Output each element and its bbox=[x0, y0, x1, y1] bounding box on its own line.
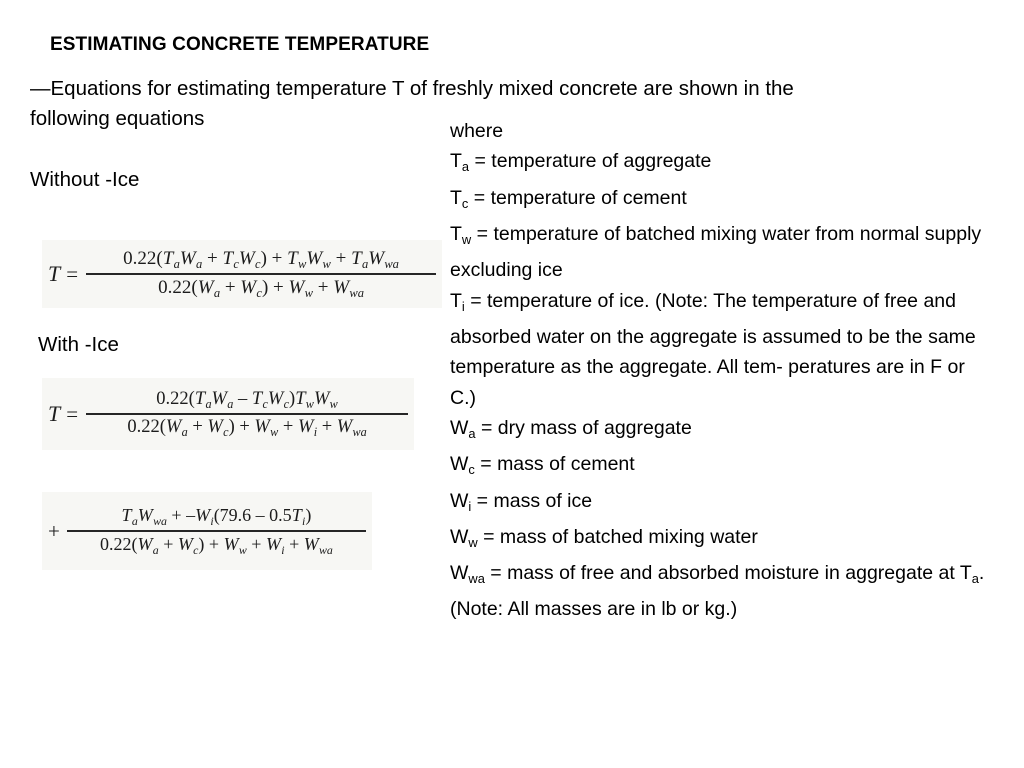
definition-symbol: T bbox=[450, 150, 462, 173]
fraction: TaWwa + –Wi(79.6 – 0.5Ti) 0.22(Wa + Wc) … bbox=[66, 504, 366, 558]
definition-text: = temperature of cement bbox=[468, 186, 687, 209]
fraction-numerator: 0.22(TaWa – TcWc)TwWw bbox=[156, 388, 338, 411]
definition-item: Ww = mass of batched mixing water bbox=[450, 522, 990, 558]
equation-without-ice: T = 0.22(TaWa + TcWc) + TwWw + TaWwa 0.2… bbox=[42, 240, 442, 308]
definition-symbol: W bbox=[450, 417, 469, 440]
definition-text: = mass of ice bbox=[471, 489, 593, 512]
definition-subscript: a bbox=[468, 425, 476, 441]
definition-item: Wa = dry mass of aggregate bbox=[450, 413, 990, 449]
definition-text: = temperature of ice. (Note: The tempera… bbox=[450, 289, 976, 409]
definition-text: = dry mass of aggregate bbox=[475, 417, 692, 440]
fraction-bar bbox=[86, 413, 408, 415]
definition-item: Wwa = mass of free and absorbed moisture… bbox=[450, 558, 990, 625]
fraction-numerator: 0.22(TaWa + TcWc) + TwWw + TaWwa bbox=[123, 248, 399, 272]
definition-item: Wc = mass of cement bbox=[450, 449, 990, 485]
definition-item: Tc = temperature of cement bbox=[450, 183, 990, 219]
fraction: 0.22(TaWa + TcWc) + TwWw + TaWwa 0.22(Wa… bbox=[86, 247, 436, 301]
definition-subscript: wa bbox=[468, 571, 485, 587]
equation-with-ice-part2: + TaWwa + –Wi(79.6 – 0.5Ti) 0.22(Wa + Wc… bbox=[42, 492, 372, 570]
definition-text: = temperature of aggregate bbox=[469, 150, 712, 173]
definition-symbol: W bbox=[450, 453, 469, 476]
definition-symbol: T bbox=[450, 222, 462, 245]
definition-subscript: w bbox=[468, 534, 478, 550]
definition-subscript: a bbox=[461, 159, 470, 175]
section-label-with-ice: With -Ice bbox=[38, 333, 119, 356]
definition-text: = mass of free and absorbed moisture in … bbox=[484, 562, 960, 585]
where-heading: where bbox=[450, 120, 504, 142]
definition-symbol: W bbox=[450, 489, 469, 512]
fraction-numerator: TaWwa + –Wi(79.6 – 0.5Ti) bbox=[121, 505, 312, 528]
section-label-without-ice: Without -Ice bbox=[30, 168, 140, 191]
definition-item: Wi = mass of ice bbox=[450, 486, 990, 522]
definition-text: = mass of cement bbox=[474, 453, 635, 476]
definition-list: Ta = temperature of aggregate Tc = temper… bbox=[450, 146, 990, 624]
equation-lhs: T bbox=[48, 261, 61, 286]
fraction-bar bbox=[86, 273, 436, 275]
page-title: ESTIMATING CONCRETE TEMPERATURE bbox=[50, 34, 430, 55]
equation-lhs: T bbox=[48, 401, 61, 426]
nomenclature-block: where Ta = temperature of aggregate Tc = … bbox=[450, 116, 990, 625]
definition-symbol: W bbox=[450, 525, 469, 548]
definition-subscript: w bbox=[461, 231, 472, 247]
fraction-denominator: 0.22(Wa + Wc) + Ww + Wi + Wwa bbox=[99, 533, 333, 557]
equals-sign: = bbox=[66, 401, 79, 426]
slide-canvas: ESTIMATING CONCRETE TEMPERATURE —Equatio… bbox=[0, 0, 1024, 768]
definition-text: = temperature of batched mixing water fr… bbox=[450, 222, 982, 282]
fraction-denominator: 0.22(Wa + Wc) + Ww + Wi + Wwa bbox=[127, 416, 367, 439]
equation-with-ice-part1: T = 0.22(TaWa – TcWc)TwWw 0.22(Wa + Wc) … bbox=[42, 378, 414, 450]
equals-sign: = bbox=[66, 261, 79, 286]
definition-symbol: T bbox=[450, 289, 462, 312]
definition-symbol: W bbox=[450, 562, 469, 585]
definition-item: Ta = temperature of aggregate bbox=[450, 146, 990, 182]
definition-text: = mass of batched mixing water bbox=[477, 525, 758, 548]
fraction: 0.22(TaWa – TcWc)TwWw 0.22(Wa + Wc) + Ww… bbox=[86, 388, 408, 441]
fraction-denominator: 0.22(Wa + Wc) + Ww + Wwa bbox=[158, 276, 364, 300]
definition-item: Ti = temperature of ice. (Note: The temp… bbox=[450, 286, 990, 413]
plus-sign: + bbox=[48, 518, 60, 543]
definition-tail-subscript: a bbox=[971, 571, 979, 587]
definition-item: Tw = temperature of batched mixing water… bbox=[450, 219, 990, 286]
definition-tail-symbol: T bbox=[959, 562, 972, 585]
fraction-bar bbox=[66, 530, 366, 532]
definition-symbol: T bbox=[450, 186, 462, 209]
